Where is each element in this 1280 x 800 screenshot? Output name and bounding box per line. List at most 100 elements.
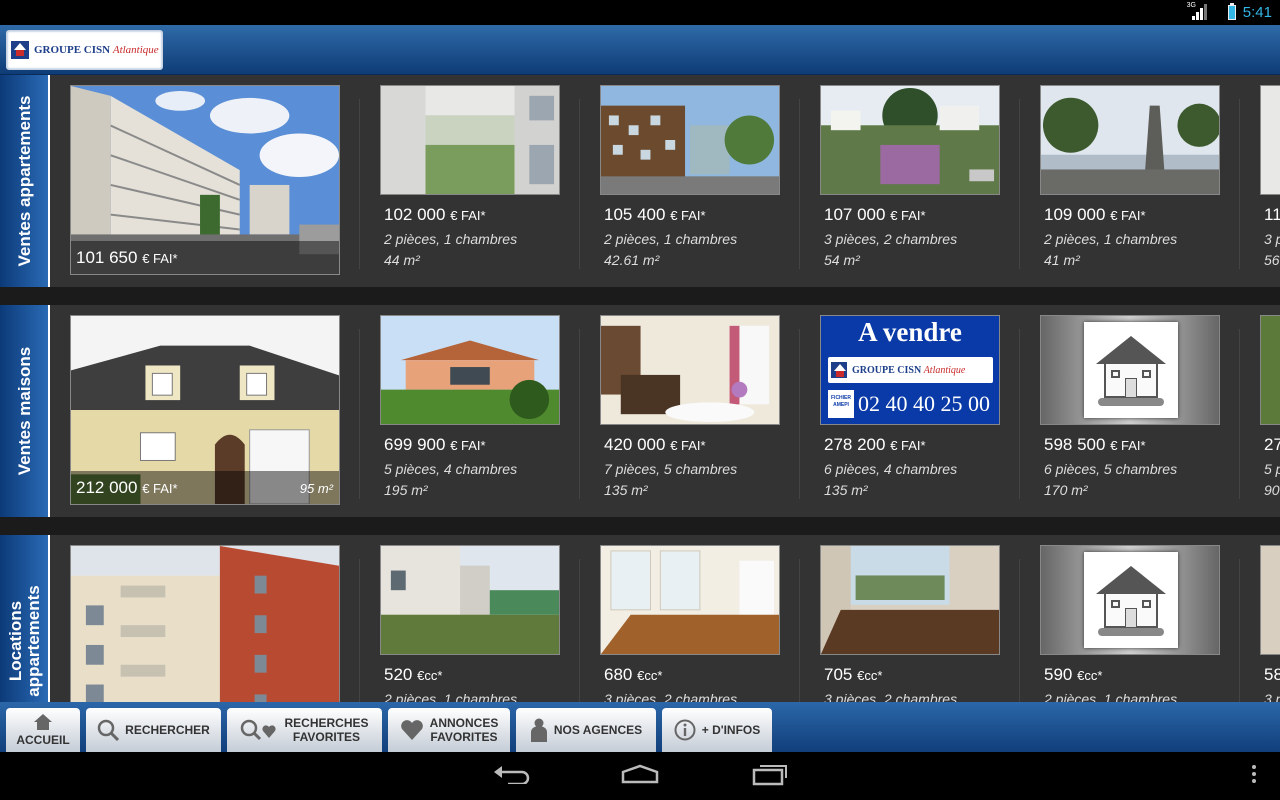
divider (1019, 329, 1020, 499)
listing-rooms: 2 pièces, 1 chambres (384, 231, 518, 247)
home-button[interactable]: ACCUEIL (6, 708, 80, 752)
listing-rooms: 3 pièces, 2 chambres (604, 691, 738, 702)
featured-listing[interactable]: 101 650 € FAI* (70, 85, 340, 275)
listing-rooms: 2 pièces, 1 chambres (384, 691, 518, 702)
listing-rooms: 3 pièces, 2 chambres (824, 231, 958, 247)
listing-thumbnail (1260, 545, 1280, 655)
overflow-menu-icon[interactable] (1236, 764, 1272, 788)
info-icon (674, 719, 696, 741)
featured-listing[interactable] (70, 545, 340, 702)
featured-price: 101 650 € FAI* (76, 248, 178, 267)
listings-area[interactable]: Ventes appartements 101 650 € FAI* 102 0… (0, 75, 1280, 702)
agencies-button[interactable]: NOS AGENCES (516, 708, 656, 752)
listing-area: 54 m² (824, 252, 860, 268)
listing-area: 135 m² (604, 482, 648, 498)
row-label-ventes-appartements[interactable]: Ventes appartements (0, 75, 50, 287)
listing-card[interactable]: A vendre GROUPE CISN Atlantique FICHIER … (820, 315, 1000, 515)
agent-icon (530, 718, 547, 742)
listing-card[interactable]: 102 000 € FAI* 2 pièces, 1 chambres 44 m… (380, 85, 560, 285)
listing-thumbnail (1040, 315, 1220, 425)
divider (1239, 329, 1240, 499)
listing-card[interactable]: 590 €cc* 2 pièces, 1 chambres (1040, 545, 1220, 702)
favorite-ads-button[interactable]: ANNONCES FAVORITES (388, 708, 510, 752)
listing-price: 520 €cc* (384, 665, 443, 684)
listing-area: 170 m² (1044, 482, 1088, 498)
listing-thumbnail (820, 545, 1000, 655)
brand-logo[interactable]: GROUPE CISN Atlantique (6, 30, 163, 70)
divider (1019, 559, 1020, 702)
listing-thumbnail (380, 545, 560, 655)
divider (799, 99, 800, 269)
home-nav-icon[interactable] (620, 764, 660, 788)
favorite-searches-button[interactable]: RECHERCHES FAVORITES (227, 708, 382, 752)
listing-card[interactable]: 109 000 € FAI* 2 pièces, 1 chambres 41 m… (1040, 85, 1220, 285)
listing-price: 705 €cc* (824, 665, 883, 684)
listing-price: 590 €cc* (1044, 665, 1103, 684)
row-label-ventes-maisons[interactable]: Ventes maisons (0, 305, 50, 517)
listing-card[interactable]: 705 €cc* 3 pièces, 2 chambres (820, 545, 1000, 702)
listing-area: 56 (1264, 252, 1280, 268)
divider (1019, 99, 1020, 269)
featured-area: 95 m² (299, 481, 333, 496)
listing-card[interactable]: 27 5 p 90 (1260, 315, 1280, 515)
listing-rooms: 3 p (1264, 691, 1280, 702)
divider (359, 99, 360, 269)
listing-thumbnail (1260, 85, 1280, 195)
signal-icon (1192, 4, 1208, 20)
listing-price: 420 000 € FAI* (604, 435, 706, 454)
listing-thumbnail (820, 85, 1000, 195)
search-heart-icon (241, 719, 277, 741)
listing-thumbnail (600, 85, 780, 195)
info-button[interactable]: + D'INFOS (662, 708, 772, 752)
listing-card[interactable]: 107 000 € FAI* 3 pièces, 2 chambres 54 m… (820, 85, 1000, 285)
listing-thumbnail (1040, 545, 1220, 655)
listing-price: 699 900 € FAI* (384, 435, 486, 454)
logo-icon (831, 362, 847, 378)
featured-listing[interactable]: 212 000 € FAI* 95 m² (70, 315, 340, 505)
listing-area: 42.61 m² (604, 252, 660, 268)
listing-card[interactable]: 598 500 € FAI* 6 pièces, 5 chambres 170 … (1040, 315, 1220, 515)
listing-price: 680 €cc* (604, 665, 663, 684)
listing-card[interactable]: 699 900 € FAI* 5 pièces, 4 chambres 195 … (380, 315, 560, 515)
row-ventes-maisons[interactable]: Ventes maisons 212 000 € FAI* 95 m² 699 … (0, 305, 1280, 517)
listing-price: 27 (1264, 435, 1280, 454)
placeholder-house-icon (1041, 546, 1219, 654)
listing-card[interactable]: 11 3 p 56 (1260, 85, 1280, 285)
divider (799, 329, 800, 499)
status-bar: 3G 5:41 (0, 0, 1280, 25)
listing-rooms: 6 pièces, 4 chambres (824, 461, 958, 477)
listing-area: 135 m² (824, 482, 868, 498)
search-button[interactable]: RECHERCHER (86, 708, 221, 752)
listing-card[interactable]: 420 000 € FAI* 7 pièces, 5 chambres 135 … (600, 315, 780, 515)
listing-price: 107 000 € FAI* (824, 205, 926, 224)
row-locations-appartements[interactable]: Locations appartements 520 €cc* 2 pièces… (0, 535, 1280, 702)
listing-thumbnail (600, 545, 780, 655)
listing-card[interactable]: 58 3 p (1260, 545, 1280, 702)
divider (579, 99, 580, 269)
listing-card[interactable]: 520 €cc* 2 pièces, 1 chambres (380, 545, 560, 702)
a-vendre-thumbnail: A vendre GROUPE CISN Atlantique FICHIER … (820, 315, 1000, 425)
row-label-locations-appartements[interactable]: Locations appartements (0, 535, 50, 702)
featured-caption: 212 000 € FAI* 95 m² (71, 471, 339, 504)
listing-card[interactable]: 105 400 € FAI* 2 pièces, 1 chambres 42.6… (600, 85, 780, 285)
featured-caption: 101 650 € FAI* (71, 241, 339, 274)
listing-thumbnail (380, 85, 560, 195)
listing-price: 11 (1264, 205, 1280, 224)
row-separator (0, 517, 1280, 535)
listing-rooms: 3 p (1264, 231, 1280, 247)
back-icon[interactable] (492, 764, 532, 788)
recent-apps-icon[interactable] (750, 764, 790, 788)
listing-thumbnail (1040, 85, 1220, 195)
listing-price: 278 200 € FAI* (824, 435, 926, 454)
listing-price: 102 000 € FAI* (384, 205, 486, 224)
row-ventes-appartements[interactable]: Ventes appartements 101 650 € FAI* 102 0… (0, 75, 1280, 287)
listing-rooms: 2 pièces, 1 chambres (1044, 691, 1178, 702)
listing-card[interactable]: 680 €cc* 3 pièces, 2 chambres (600, 545, 780, 702)
listing-thumbnail (1260, 315, 1280, 425)
amepi-badge: FICHIER AMEPI (828, 390, 854, 418)
listing-area: 44 m² (384, 252, 420, 268)
listing-rooms: 2 pièces, 1 chambres (604, 231, 738, 247)
divider (579, 559, 580, 702)
listing-price: 105 400 € FAI* (604, 205, 706, 224)
divider (1239, 559, 1240, 702)
